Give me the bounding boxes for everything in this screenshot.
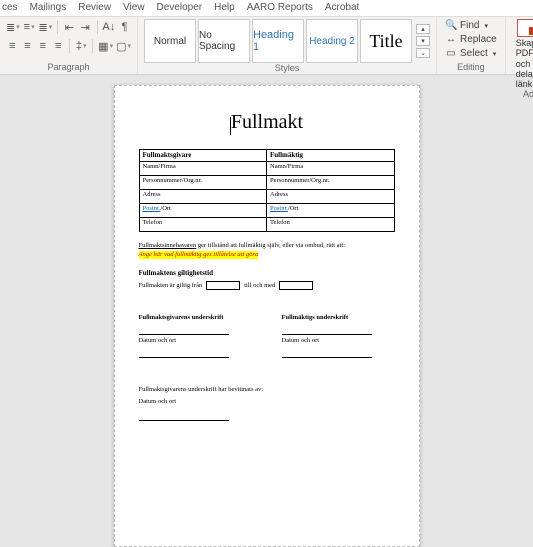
- gallery-scroll: ▴ ▾ ⌄: [416, 19, 430, 63]
- cell-tel-giver[interactable]: Telefon: [139, 218, 267, 232]
- line-spacing-icon[interactable]: ‡▾: [75, 38, 87, 54]
- select-icon: ▭: [445, 48, 457, 59]
- justify-icon[interactable]: ≡: [52, 38, 64, 54]
- pdf-icon: [517, 19, 533, 37]
- paragraph-group-label: Paragraph: [6, 62, 131, 74]
- highlight-instruction[interactable]: Ange här vad fullmäktig ges tillåtelse a…: [139, 251, 259, 259]
- date-to-box[interactable]: [279, 281, 313, 290]
- gallery-more-icon[interactable]: ⌄: [416, 48, 430, 58]
- align-left-icon[interactable]: ≡: [6, 38, 18, 54]
- cell-adr-giver[interactable]: Adress: [139, 190, 267, 204]
- intro-underline: Fullmaktsinnehavaren: [139, 242, 197, 249]
- postnr-link[interactable]: Postnr.: [143, 205, 161, 212]
- editing-group-label: Editing: [443, 62, 499, 74]
- align-right-icon[interactable]: ≡: [37, 38, 49, 54]
- workspace: Fullmakt Fullmaktsgivare Fullmäktig Namn…: [0, 75, 533, 547]
- bullets-icon[interactable]: ≣▾: [6, 19, 20, 35]
- signature-row: Fullmaktsgivarens underskrift Datum och …: [139, 314, 395, 358]
- gallery-down-icon[interactable]: ▾: [416, 36, 430, 46]
- fullmakt-table[interactable]: Fullmaktsgivare Fullmäktig Namn/FirmaNam…: [139, 149, 395, 232]
- tab-references[interactable]: ces: [0, 2, 20, 13]
- select-button[interactable]: ▭Select▾: [443, 47, 499, 60]
- replace-button[interactable]: ↔Replace: [443, 33, 499, 46]
- multilevel-list-icon[interactable]: ≣▾: [39, 19, 53, 35]
- increase-indent-icon[interactable]: ⇥: [79, 19, 92, 35]
- validity-row[interactable]: Fullmakten är giltig från till och med: [139, 281, 395, 290]
- style-title[interactable]: Title: [360, 19, 412, 63]
- witness-section[interactable]: Fullmaktsgivarens underskrift har bevitt…: [139, 386, 395, 420]
- cell-name-giver[interactable]: Namn/Firma: [139, 162, 267, 176]
- sig-holder-line: [282, 334, 372, 335]
- tab-acrobat[interactable]: Acrobat: [323, 2, 361, 13]
- postnr-link-2[interactable]: Postnr.: [270, 205, 288, 212]
- gallery-up-icon[interactable]: ▴: [416, 24, 430, 34]
- intro-paragraph[interactable]: Fullmaktsinnehavaren ger tillstånd att f…: [139, 242, 395, 250]
- witness-line: [139, 420, 229, 421]
- find-button[interactable]: 🔍Find▾: [443, 19, 499, 32]
- sig-giver-col[interactable]: Fullmaktsgivarens underskrift Datum och …: [139, 314, 252, 358]
- group-editing: 🔍Find▾ ↔Replace ▭Select▾ Editing: [437, 17, 506, 74]
- tab-view[interactable]: View: [121, 2, 147, 13]
- validity-to-label: till och med: [244, 282, 275, 290]
- th-giver[interactable]: Fullmaktsgivare: [139, 150, 267, 162]
- document-page[interactable]: Fullmakt Fullmaktsgivare Fullmäktig Namn…: [114, 85, 420, 547]
- align-center-icon[interactable]: ≡: [21, 38, 33, 54]
- ribbon-tabs: ces Mailings Review View Developer Help …: [0, 0, 533, 17]
- decrease-indent-icon[interactable]: ⇤: [63, 19, 76, 35]
- sig-giver-line2: [139, 357, 229, 358]
- sig-holder-date: Datum och ort: [282, 337, 395, 345]
- sig-giver-date: Datum och ort: [139, 337, 252, 345]
- sort-icon[interactable]: A↓: [102, 19, 115, 35]
- doc-title-wrap: Fullmakt: [139, 110, 395, 135]
- sig-holder-line2: [282, 357, 372, 358]
- create-pdf-button[interactable]: Skapa PDF och dela länk: [512, 19, 533, 89]
- shading-icon[interactable]: ▦▾: [98, 38, 113, 54]
- witness-date: Datum och ort: [139, 398, 395, 406]
- sig-holder-col[interactable]: Fullmäktigs underskrift Datum och ort: [282, 314, 395, 358]
- show-marks-icon[interactable]: ¶: [118, 19, 131, 35]
- tab-help[interactable]: Help: [212, 2, 237, 13]
- style-heading1[interactable]: Heading 1: [252, 19, 304, 63]
- validity-heading[interactable]: Fullmaktens giltighetstid: [139, 269, 395, 278]
- cell-name-holder[interactable]: Namn/Firma: [267, 162, 395, 176]
- tab-aaro-reports[interactable]: AARO Reports: [245, 2, 315, 13]
- numbering-icon[interactable]: ≡▾: [23, 19, 36, 35]
- styles-group-label: Styles: [144, 63, 430, 75]
- style-no-spacing[interactable]: No Spacing: [198, 19, 250, 63]
- replace-icon: ↔: [445, 34, 457, 45]
- style-normal[interactable]: Normal: [144, 19, 196, 63]
- tab-developer[interactable]: Developer: [155, 2, 205, 13]
- sig-holder-label: Fullmäktigs underskrift: [282, 314, 395, 322]
- cell-postnr-giver[interactable]: Postnr./Ort: [139, 204, 267, 218]
- validity-from-label: Fullmakten är giltig från: [139, 282, 203, 290]
- group-paragraph: ≣▾ ≡▾ ≣▾ ⇤ ⇥ A↓ ¶ ≡ ≡ ≡ ≡ ‡▾ ▦▾ ▢▾: [0, 17, 138, 74]
- adobe-group-label: Ad: [512, 89, 533, 101]
- th-holder[interactable]: Fullmäktig: [267, 150, 395, 162]
- witness-heading: Fullmaktsgivarens underskrift har bevitt…: [139, 386, 395, 394]
- cell-pnr-holder[interactable]: Personnummer/Org.nr.: [267, 176, 395, 190]
- cell-postnr-holder[interactable]: Postnr./Ort: [267, 204, 395, 218]
- cell-pnr-giver[interactable]: Personnummer/Org.nr.: [139, 176, 267, 190]
- cell-adr-holder[interactable]: Adress: [267, 190, 395, 204]
- tab-mailings[interactable]: Mailings: [28, 2, 69, 13]
- find-icon: 🔍: [445, 20, 457, 31]
- tab-review[interactable]: Review: [76, 2, 113, 13]
- sig-giver-line: [139, 334, 229, 335]
- group-adobe: Skapa PDF och dela länk Ad: [506, 17, 533, 74]
- cell-tel-holder[interactable]: Telefon: [267, 218, 395, 232]
- sig-giver-label: Fullmaktsgivarens underskrift: [139, 314, 252, 322]
- doc-title[interactable]: Fullmakt: [231, 111, 303, 133]
- group-styles: Normal No Spacing Heading 1 Heading 2 Ti…: [138, 17, 437, 74]
- borders-icon[interactable]: ▢▾: [116, 38, 131, 54]
- ribbon: ≣▾ ≡▾ ≣▾ ⇤ ⇥ A↓ ¶ ≡ ≡ ≡ ≡ ‡▾ ▦▾ ▢▾: [0, 17, 533, 75]
- style-heading2[interactable]: Heading 2: [306, 19, 358, 63]
- date-from-box[interactable]: [206, 281, 240, 290]
